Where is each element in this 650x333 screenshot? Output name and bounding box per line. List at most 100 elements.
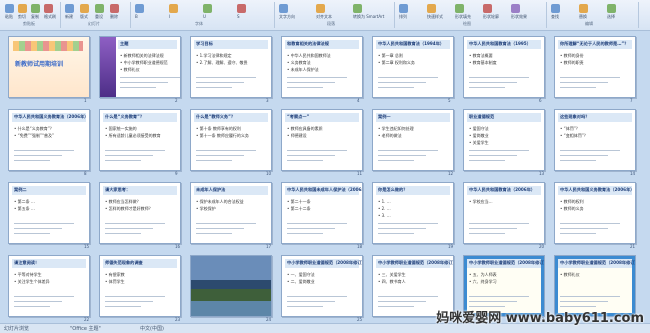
- ribbon-button-icon[interactable]: [279, 4, 288, 13]
- ribbon-button-label[interactable]: 新建: [65, 14, 73, 20]
- ribbon-group: 文字方向 对齐文本 转换为 SmartArt 段落: [276, 2, 395, 28]
- slide-thumbnail[interactable]: “考察点一” • 教师应具备的素质 • 师德建设: [281, 109, 363, 171]
- ribbon-button-label[interactable]: U: [203, 14, 206, 19]
- ribbon-button-icon[interactable]: [579, 4, 588, 13]
- ribbon-button-label[interactable]: 形状效果: [511, 14, 527, 20]
- slide-number: 25: [357, 317, 363, 322]
- text-line: [378, 155, 426, 156]
- slide-number: 4: [357, 98, 360, 103]
- ribbon-button-icon[interactable]: [65, 4, 74, 13]
- slide-title: 什么是“教师义务”？: [196, 114, 236, 119]
- slide-title: 这些现象对吗？: [560, 114, 590, 119]
- ribbon-button-label[interactable]: S: [237, 14, 240, 19]
- slide-thumbnail[interactable]: 案例一 • 学生违纪如何处理 • 老师的做法: [372, 109, 454, 171]
- ribbon-button-icon[interactable]: [169, 4, 178, 13]
- slide-thumbnail[interactable]: 中小学教师职业道德规范（2008年修订） • 一、爱国守法 • 二、爱岗敬业: [281, 255, 363, 317]
- ribbon-button-label[interactable]: 转换为 SmartArt: [353, 14, 384, 20]
- ribbon-button-label[interactable]: B: [135, 14, 138, 19]
- slide-number: 12: [448, 171, 454, 176]
- slide-thumbnail[interactable]: 中华人民共和国未成年人保护法（2006年） • 第二十一条 • 第二十二条: [281, 182, 363, 244]
- slide-bullet: • 五、为人师表: [469, 272, 497, 277]
- ribbon-button-label[interactable]: 粘贴: [5, 14, 13, 20]
- slide-number: 1: [84, 98, 87, 103]
- slide-thumbnail[interactable]: 什么是“义务教育”？ • 国家统一实施的 • 所有适龄儿童必须接受的教育: [99, 109, 181, 171]
- ribbon-button-label[interactable]: 快速样式: [427, 14, 443, 20]
- ribbon-button-label[interactable]: 重设: [95, 14, 103, 20]
- slide-title: 主题: [120, 41, 129, 46]
- ribbon-button-icon[interactable]: [316, 4, 325, 13]
- text-line: [560, 301, 608, 302]
- slide-thumbnail[interactable]: 职业道德规范 • 爱国守法 • 爱岗敬业 • 关爱学生: [463, 109, 545, 171]
- ribbon-group: B I U S 字体: [132, 2, 275, 28]
- ribbon-button-label[interactable]: 形状轮廓: [483, 14, 499, 20]
- ribbon-button-icon[interactable]: [44, 4, 53, 13]
- slide-thumbnail[interactable]: 请注意阅读！ • 平等对待学生 • 关注学生个体差异: [8, 255, 90, 317]
- ribbon-button-label[interactable]: I: [169, 14, 170, 19]
- ribbon-button-label[interactable]: 文字方向: [279, 14, 295, 20]
- slide-bullet: • 新教师相关的法律法规: [120, 53, 164, 58]
- slide-thumbnail[interactable]: 什么是“教师义务”？ • 第十条 教师享有的权利 • 第十一条 教师应履行的义务: [190, 109, 272, 171]
- slide-thumbnail[interactable]: [190, 255, 272, 317]
- slide-number: 3: [266, 98, 269, 103]
- ribbon-button-icon[interactable]: [31, 4, 40, 13]
- ribbon-group-label: 段落: [327, 21, 335, 26]
- ribbon-button-icon[interactable]: [399, 4, 408, 13]
- text-line: [469, 160, 505, 161]
- ribbon-button-icon[interactable]: [427, 4, 436, 13]
- slide-thumbnail[interactable]: 你所理解“无论于人民的教师是…”？ • 教师的身份 • 教师的职责: [554, 36, 636, 98]
- slide-thumbnail[interactable]: 中华人民共和国教育法（1995） • 教育法概要 • 教育基本制度: [463, 36, 545, 98]
- photo-image: [191, 256, 271, 316]
- ribbon-button-icon[interactable]: [110, 4, 119, 13]
- text-line: [14, 223, 74, 224]
- slide-thumbnail[interactable]: 学习目标 • 1.学习法律和规定 • 2.了解、理解、遵守、敬畏: [190, 36, 272, 98]
- ribbon-button-icon[interactable]: [607, 4, 616, 13]
- ribbon-button-icon[interactable]: [353, 4, 362, 13]
- text-line: [120, 77, 180, 78]
- slide-thumbnail[interactable]: 和教育相关的法律法规 • 中华人民共和国教师法 • 义务教育法 • 未成年人保护法: [281, 36, 363, 98]
- ribbon-button-label[interactable]: 对齐文本: [316, 14, 332, 20]
- ribbon-button-label[interactable]: 排列: [399, 14, 407, 20]
- slide-thumbnail[interactable]: 请大家思考： • 教师应当怎样做？ • 怎样的教师才是好教师？: [99, 182, 181, 244]
- ribbon-button-label[interactable]: 复制: [31, 14, 39, 20]
- text-line: [105, 296, 165, 297]
- text-line: [560, 228, 608, 229]
- ribbon-button-icon[interactable]: [483, 4, 492, 13]
- slide-thumbnail[interactable]: 中华人民共和国教育法（1994年） • 第一章 总则 • 第二章 权利和义务: [372, 36, 454, 98]
- slide-thumbnail[interactable]: 中华人民共和国义务教育法（2006年） • 什么是“义务教育”？ • “免费”“强制…: [8, 109, 90, 171]
- slide-thumbnail[interactable]: 师德失范现象的调查 • 有偿家教 • 体罚学生: [99, 255, 181, 317]
- ribbon-button-icon[interactable]: [511, 4, 520, 13]
- slide-thumbnail[interactable]: 新教师试用期培训: [8, 36, 90, 98]
- ribbon-button-icon[interactable]: [135, 4, 144, 13]
- ribbon-button-label[interactable]: 删除: [110, 14, 118, 20]
- text-line: [14, 160, 50, 161]
- ribbon-button-icon[interactable]: [237, 4, 246, 13]
- text-line: [560, 233, 596, 234]
- slide-thumbnail[interactable]: 这些现象对吗？ • “体罚”？ • “变相体罚”？: [554, 109, 636, 171]
- slide-thumbnail[interactable]: 中华人民共和国教育法（2006年） • 学校应当…: [463, 182, 545, 244]
- ribbon-button-label[interactable]: 格式刷: [44, 14, 56, 20]
- text-line: [14, 306, 50, 307]
- ribbon-button-label[interactable]: 形状填充: [455, 14, 471, 20]
- slide-bullet: • “免费”“强制”“普及”: [14, 133, 55, 138]
- ribbon-button-icon[interactable]: [455, 4, 464, 13]
- ribbon-button-label[interactable]: 版式: [80, 14, 88, 20]
- view-mode-label: 幻灯片浏览: [4, 326, 30, 332]
- slide-thumbnail[interactable]: 未成年人保护法 • 保护未成年人的合法权益 • 学校保护: [190, 182, 272, 244]
- ribbon-button-label[interactable]: 替换: [579, 14, 587, 20]
- ribbon-button-icon[interactable]: [80, 4, 89, 13]
- ribbon-button-label[interactable]: 查找: [551, 14, 559, 20]
- ribbon-button-icon[interactable]: [551, 4, 560, 13]
- slide-bullet: • 二、爱岗敬业: [287, 279, 315, 284]
- ribbon-button-icon[interactable]: [203, 4, 212, 13]
- ribbon-button-icon[interactable]: [5, 4, 14, 13]
- slide-title: 中华人民共和国教育法（1994年）: [378, 41, 445, 46]
- ribbon-button-icon[interactable]: [95, 4, 104, 13]
- slide-thumbnail[interactable]: 你是怎么做的？ • 1. … • 2. … • 3. …: [372, 182, 454, 244]
- ribbon-button-icon[interactable]: [18, 4, 27, 13]
- slide-number: 2: [175, 98, 178, 103]
- ribbon-button-label[interactable]: 剪切: [18, 14, 26, 20]
- ribbon-button-label[interactable]: 选择: [607, 14, 615, 20]
- slide-thumbnail[interactable]: 中华人民共和国义务教育法（2006年） • 教师的权利 • 教师的义务: [554, 182, 636, 244]
- slide-thumbnail[interactable]: 主题 • 新教师相关的法律法规 • 中小学教师职业道德规范 • 教师礼仪: [99, 36, 181, 98]
- slide-thumbnail[interactable]: 案例二 • 第二条 … • 第五条 …: [8, 182, 90, 244]
